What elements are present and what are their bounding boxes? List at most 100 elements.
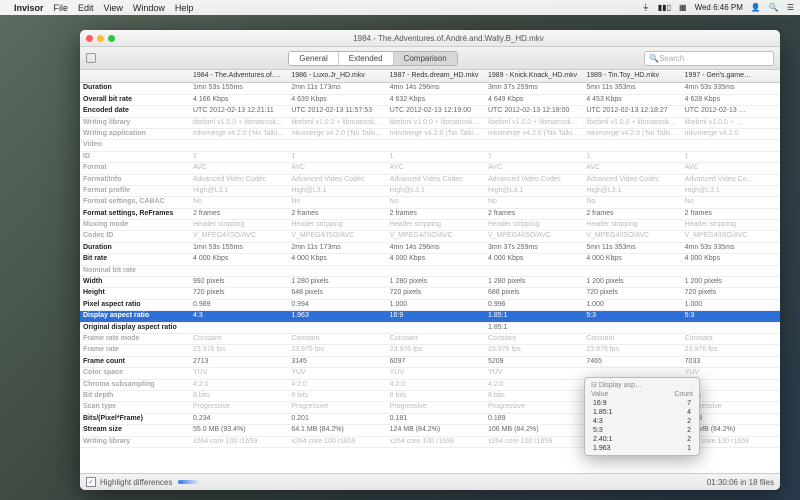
cell[interactable]: Advanced Video Co… xyxy=(682,175,780,186)
cell[interactable]: 5mn 11s 353ms xyxy=(583,243,681,254)
zoom-icon[interactable] xyxy=(108,35,115,42)
cell[interactable]: 1.000 xyxy=(387,300,485,311)
tab-extended[interactable]: Extended xyxy=(339,52,394,65)
row-header[interactable]: Original display aspect ratio xyxy=(80,323,190,334)
cell[interactable]: Progressive xyxy=(190,402,288,413)
cell[interactable]: 23.976 fps xyxy=(583,345,681,356)
cell[interactable]: libebml v1.0.0 + libmatroska v1.0.0 xyxy=(387,118,485,129)
cell[interactable]: 2mn 11s 173ms xyxy=(288,83,386,94)
cell[interactable]: 0.181 xyxy=(387,414,485,425)
row-header[interactable]: Stream size xyxy=(80,425,190,436)
cell[interactable]: 1 280 pixels xyxy=(387,277,485,288)
search-input[interactable]: 🔍 Search xyxy=(644,51,774,66)
close-icon[interactable] xyxy=(86,35,93,42)
flag-icon[interactable]: ▦ xyxy=(679,3,687,12)
cell[interactable]: Header stripping xyxy=(485,220,583,231)
row-header[interactable]: Color space xyxy=(80,368,190,379)
cell[interactable]: YUV xyxy=(288,368,386,379)
cell[interactable]: 0.189 xyxy=(485,414,583,425)
popup-row[interactable]: 4:32 xyxy=(587,417,697,426)
cell[interactable]: No xyxy=(288,197,386,208)
cell[interactable]: UTC 2012-02-13 12:18:27 xyxy=(583,106,681,117)
cell[interactable]: mkvmerge v4.2.0 xyxy=(682,129,780,140)
cell[interactable]: YUV xyxy=(485,368,583,379)
cell[interactable]: No xyxy=(387,197,485,208)
cell[interactable]: 64.1 MB (84.2%) xyxy=(288,425,386,436)
cell[interactable]: V_MPEG4/ISO/AVC xyxy=(288,231,386,242)
cell[interactable]: 720 pixels xyxy=(387,288,485,299)
cell[interactable]: High@L3.1 xyxy=(682,186,780,197)
cell[interactable]: High@L3.1 xyxy=(583,186,681,197)
cell[interactable]: 106 MB (84.2%) xyxy=(485,425,583,436)
highlight-slider[interactable] xyxy=(178,480,200,484)
cell[interactable]: 23.976 fps xyxy=(485,345,583,356)
cell[interactable] xyxy=(583,323,681,334)
cell[interactable]: 4 000 Kbps xyxy=(288,254,386,265)
cell[interactable]: 3mn 37s 259ms xyxy=(485,243,583,254)
column-header[interactable]: 1997 - Geri's.game… xyxy=(682,70,780,83)
view-tabs[interactable]: General Extended Comparison xyxy=(288,51,457,66)
cell[interactable]: Constant xyxy=(583,334,681,345)
cell[interactable] xyxy=(288,140,386,151)
cell[interactable] xyxy=(485,140,583,151)
cell[interactable]: V_MPEG4/ISO/AVC xyxy=(387,231,485,242)
row-header[interactable]: ID xyxy=(80,152,190,163)
cell[interactable]: 4 000 Kbps xyxy=(485,254,583,265)
cell[interactable]: Advanced Video Codec xyxy=(288,175,386,186)
row-header[interactable]: Bit rate xyxy=(80,254,190,265)
cell[interactable]: libebml v1.0.0 + libmatroska v1.0.0 xyxy=(583,118,681,129)
cell[interactable]: 23.976 fps xyxy=(190,345,288,356)
cell[interactable]: 2mn 11s 173ms xyxy=(288,243,386,254)
cell[interactable]: High@L3.1 xyxy=(190,186,288,197)
cell[interactable]: mkvmerge v4.2.0 ('No Talking') built on … xyxy=(387,129,485,140)
column-header[interactable]: 1989 - Tin.Toy_HD.mkv xyxy=(583,70,681,83)
cell[interactable]: Header stripping xyxy=(583,220,681,231)
cell[interactable] xyxy=(387,266,485,277)
cell[interactable]: 4mn 53s 335ms xyxy=(682,83,780,94)
cell[interactable]: 0.996 xyxy=(485,300,583,311)
cell[interactable]: 720 pixels xyxy=(682,288,780,299)
cell[interactable]: 1 200 pixels xyxy=(583,277,681,288)
row-header[interactable]: Format xyxy=(80,163,190,174)
row-header[interactable]: Duration xyxy=(80,243,190,254)
cell[interactable]: 1.000 xyxy=(682,300,780,311)
cell[interactable] xyxy=(682,323,780,334)
column-header[interactable]: 1987 - Reds.dream_HD.mkv xyxy=(387,70,485,83)
cell[interactable]: libebml v1.0.0 + … xyxy=(682,118,780,129)
tab-comparison[interactable]: Comparison xyxy=(394,52,457,65)
cell[interactable]: 1 280 pixels xyxy=(288,277,386,288)
cell[interactable]: Progressive xyxy=(387,402,485,413)
cell[interactable]: 2 frames xyxy=(190,209,288,220)
popup-row[interactable]: 16:97 xyxy=(587,399,697,408)
row-header[interactable]: Format settings, CABAC xyxy=(80,197,190,208)
cell[interactable]: 0.989 xyxy=(190,300,288,311)
row-header[interactable]: Format profile xyxy=(80,186,190,197)
cell[interactable]: High@L3.1 xyxy=(387,186,485,197)
cell[interactable]: Header stripping xyxy=(288,220,386,231)
cell[interactable]: Constant xyxy=(288,334,386,345)
row-header[interactable]: Duration xyxy=(80,83,190,94)
cell[interactable] xyxy=(288,266,386,277)
cell[interactable]: 0.234 xyxy=(190,414,288,425)
cell[interactable]: 720 pixels xyxy=(583,288,681,299)
cell[interactable]: 8 bits xyxy=(485,391,583,402)
cell[interactable]: libebml v1.0.0 + libmatroska v1.0.0 xyxy=(288,118,386,129)
cell[interactable]: High@L3.1 xyxy=(485,186,583,197)
cell[interactable]: 1mn 53s 155ms xyxy=(190,243,288,254)
cell[interactable]: 1 xyxy=(485,152,583,163)
cell[interactable] xyxy=(387,323,485,334)
cell[interactable]: 4 166 Kbps xyxy=(190,95,288,106)
cell[interactable]: UTC 2012-02-13 12:18:00 xyxy=(485,106,583,117)
cell[interactable]: 1 xyxy=(682,152,780,163)
popup-row[interactable]: 1.85:14 xyxy=(587,408,697,417)
cell[interactable]: 4mn 14s 296ms xyxy=(387,243,485,254)
cell[interactable]: Constant xyxy=(190,334,288,345)
spotlight-icon[interactable]: 🔍 xyxy=(769,3,779,12)
cell[interactable]: 3mn 37s 259ms xyxy=(485,83,583,94)
cell[interactable]: mkvmerge v4.2.0 ('No Talking') built on … xyxy=(485,129,583,140)
user-icon[interactable]: 👤 xyxy=(751,3,761,12)
row-header[interactable]: Scan type xyxy=(80,402,190,413)
cell[interactable]: 6097 xyxy=(387,357,485,368)
cell[interactable]: 1.85:1 xyxy=(485,311,583,322)
cell[interactable]: 4mn 53s 335ms xyxy=(682,243,780,254)
